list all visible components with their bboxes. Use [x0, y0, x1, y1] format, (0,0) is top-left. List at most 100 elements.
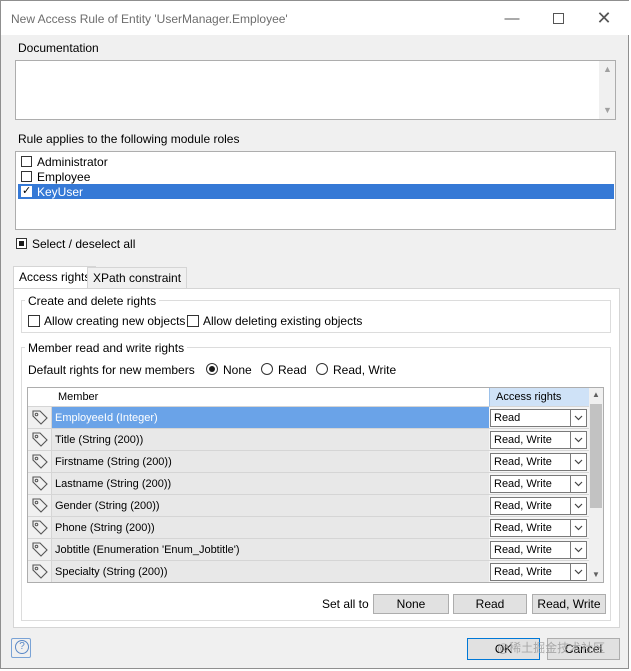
- tag-icon: [28, 429, 52, 451]
- member-name: Jobtitle (Enumeration 'Enum_Jobtitle'): [52, 539, 489, 561]
- default-read-label[interactable]: Read: [278, 363, 307, 377]
- chevron-down-icon: [570, 410, 586, 426]
- access-cell: Read, Write: [489, 429, 589, 451]
- dialog-window: New Access Rule of Entity 'UserManager.E…: [0, 0, 630, 669]
- scroll-down-icon[interactable]: ▼: [592, 570, 600, 579]
- table-row[interactable]: EmployeeId (Integer) Read: [28, 407, 589, 429]
- tag-icon: [28, 517, 52, 539]
- indeterminate-icon: [19, 241, 24, 246]
- tag-icon: [28, 407, 52, 429]
- minimize-button[interactable]: —: [490, 5, 534, 31]
- question-icon: ?: [15, 640, 29, 654]
- allow-create-checkbox[interactable]: [28, 315, 40, 327]
- access-value: Read, Write: [494, 434, 552, 446]
- access-value: Read: [494, 412, 521, 424]
- select-all-label[interactable]: Select / deselect all: [32, 237, 135, 251]
- role-item-keyuser[interactable]: ✓ KeyUser: [18, 184, 614, 199]
- maximize-icon: [552, 12, 564, 24]
- access-dropdown[interactable]: Read, Write: [490, 453, 587, 471]
- member-column-title: Member: [58, 391, 99, 403]
- checkmark-icon: ✓: [22, 185, 32, 197]
- roles-list: Administrator Employee ✓ KeyUser: [15, 151, 616, 230]
- table-row[interactable]: Firstname (String (200)) Read, Write: [28, 451, 589, 473]
- member-column-header[interactable]: Member: [28, 388, 489, 407]
- access-value: Read, Write: [494, 478, 552, 490]
- chevron-down-icon: [570, 476, 586, 492]
- scroll-up-icon[interactable]: ▲: [592, 390, 600, 399]
- tag-icon: [28, 539, 52, 561]
- scroll-thumb[interactable]: [590, 404, 602, 508]
- access-dropdown[interactable]: Read, Write: [490, 563, 587, 581]
- create-delete-label: Create and delete rights: [25, 294, 160, 308]
- chevron-down-icon: [570, 520, 586, 536]
- chevron-down-icon: [570, 432, 586, 448]
- close-button[interactable]: ✕: [582, 5, 626, 31]
- tab-label: Access rights: [19, 270, 91, 284]
- access-dropdown[interactable]: Read, Write: [490, 497, 587, 515]
- set-all-read-write-button[interactable]: Read, Write: [532, 594, 606, 614]
- tab-access-rights[interactable]: Access rights: [13, 266, 97, 289]
- set-all-read-button[interactable]: Read: [453, 594, 527, 614]
- scroll-up-icon[interactable]: ▲: [603, 64, 612, 74]
- role-label: Employee: [37, 170, 91, 184]
- select-all-checkbox[interactable]: [16, 238, 27, 249]
- access-dropdown[interactable]: Read: [490, 409, 587, 427]
- access-cell: Read, Write: [489, 451, 589, 473]
- tab-label: XPath constraint: [93, 271, 182, 285]
- default-read-write-radio[interactable]: [316, 363, 328, 375]
- role-item-employee[interactable]: Employee: [18, 169, 614, 184]
- allow-delete-label[interactable]: Allow deleting existing objects: [203, 314, 362, 328]
- allow-delete-checkbox[interactable]: [187, 315, 199, 327]
- table-row[interactable]: Gender (String (200)) Read, Write: [28, 495, 589, 517]
- table-row[interactable]: Phone (String (200)) Read, Write: [28, 517, 589, 539]
- table-row[interactable]: Lastname (String (200)) Read, Write: [28, 473, 589, 495]
- grid-scrollbar[interactable]: ▲ ▼: [589, 388, 603, 582]
- access-cell: Read, Write: [489, 561, 589, 582]
- role-label: KeyUser: [37, 185, 84, 199]
- role-checkbox-keyuser[interactable]: ✓: [21, 185, 32, 197]
- scroll-down-icon[interactable]: ▼: [603, 105, 612, 115]
- access-column-header[interactable]: Access rights: [489, 388, 589, 407]
- access-dropdown[interactable]: Read, Write: [490, 431, 587, 449]
- maximize-button[interactable]: [536, 5, 580, 31]
- access-value: Read, Write: [494, 544, 552, 556]
- member-name: Specialty (String (200)): [52, 561, 489, 582]
- table-row[interactable]: Title (String (200)) Read, Write: [28, 429, 589, 451]
- member-name: EmployeeId (Integer): [52, 407, 489, 429]
- title-bar: New Access Rule of Entity 'UserManager.E…: [1, 1, 630, 35]
- access-value: Read, Write: [494, 566, 552, 578]
- close-icon: ✕: [596, 7, 612, 28]
- chevron-down-icon: [570, 454, 586, 470]
- default-read-write-label[interactable]: Read, Write: [333, 363, 396, 377]
- tab-xpath-constraint[interactable]: XPath constraint: [87, 267, 188, 289]
- member-name: Firstname (String (200)): [52, 451, 489, 473]
- role-item-administrator[interactable]: Administrator: [18, 154, 614, 169]
- set-all-none-button[interactable]: None: [373, 594, 449, 614]
- documentation-input[interactable]: ▲ ▼: [15, 60, 616, 120]
- default-none-label[interactable]: None: [223, 363, 252, 377]
- window-title: New Access Rule of Entity 'UserManager.E…: [11, 12, 288, 26]
- access-cell: Read, Write: [489, 495, 589, 517]
- chevron-down-icon: [570, 564, 586, 580]
- chevron-down-icon: [570, 542, 586, 558]
- role-checkbox-employee[interactable]: [21, 171, 32, 182]
- default-rights-label: Default rights for new members: [28, 363, 195, 377]
- watermark: @稀土掘金技术社区: [497, 641, 606, 655]
- access-column-title: Access rights: [496, 391, 562, 403]
- default-read-radio[interactable]: [261, 363, 273, 375]
- access-dropdown[interactable]: Read, Write: [490, 519, 587, 537]
- member-name: Phone (String (200)): [52, 517, 489, 539]
- documentation-scrollbar[interactable]: ▲ ▼: [599, 61, 615, 119]
- role-checkbox-administrator[interactable]: [21, 156, 32, 167]
- access-dropdown[interactable]: Read, Write: [490, 475, 587, 493]
- table-row[interactable]: Specialty (String (200)) Read, Write: [28, 561, 589, 582]
- role-label: Administrator: [37, 155, 108, 169]
- chevron-down-icon: [570, 498, 586, 514]
- access-dropdown[interactable]: Read, Write: [490, 541, 587, 559]
- access-value: Read, Write: [494, 522, 552, 534]
- access-value: Read, Write: [494, 500, 552, 512]
- table-row[interactable]: Jobtitle (Enumeration 'Enum_Jobtitle') R…: [28, 539, 589, 561]
- default-none-radio[interactable]: [206, 363, 218, 375]
- allow-create-label[interactable]: Allow creating new objects: [44, 314, 185, 328]
- help-button[interactable]: ?: [11, 638, 31, 658]
